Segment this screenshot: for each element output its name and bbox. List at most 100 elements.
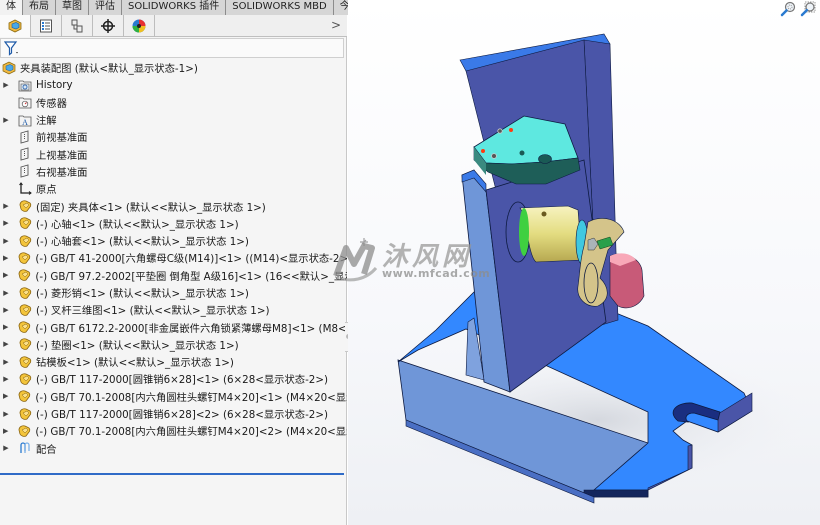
expand-arrow-icon[interactable]: ▶ xyxy=(3,219,9,227)
tree-item[interactable]: ▶上视基准面 xyxy=(0,145,347,162)
dowel-pin-red xyxy=(509,128,513,132)
tree-item[interactable]: ▶ (-) GB/T 117-2000[圆锥销6×28]<2> (6×28<显示状… xyxy=(0,405,347,422)
part-icon xyxy=(18,303,32,317)
graphics-viewport[interactable]: 沐风网 www.mfcad.com xyxy=(333,0,820,525)
tree-item-label: (-) GB/T 117-2000[圆锥销6×28]<1> (6×28<显示状态… xyxy=(36,374,328,387)
filter-funnel-icon[interactable] xyxy=(4,41,20,56)
tree-item[interactable]: ▶ A 注解 xyxy=(0,111,347,128)
tree-item[interactable]: ▶传感器 xyxy=(0,94,347,111)
part-icon xyxy=(18,286,32,300)
tree-filter-input[interactable] xyxy=(0,38,344,58)
expand-arrow-icon[interactable]: ▶ xyxy=(3,427,8,435)
plane-icon xyxy=(18,164,32,179)
tree-item-label: (固定) 夹具体<1> (默认<<默认>_显示状态 1>) xyxy=(36,201,266,214)
screw-hole xyxy=(497,128,503,134)
tree-item[interactable]: ▶ 配合 xyxy=(0,440,347,457)
tree-item[interactable]: ▶ (-) 叉杆三维图<1> (默认<<默认>_显示状态 1>) xyxy=(0,301,347,318)
tree-item-label: 夹具装配图 (默认<默认_显示状态-1>) xyxy=(20,63,198,76)
history-folder-icon xyxy=(18,78,32,92)
ribbon-tab[interactable]: SOLIDWORKS MBD xyxy=(226,0,334,15)
expand-arrow-icon[interactable]: ▶ xyxy=(3,116,9,124)
part-icon xyxy=(17,389,31,403)
tree-item-label: (-) GB/T 6172.2-2000[非金属嵌件六角锁紧薄螺母M8]<1> … xyxy=(35,322,347,335)
expand-arrow-icon[interactable]: ▶ xyxy=(3,202,9,210)
tree-item[interactable]: ▶前视基准面 xyxy=(0,128,347,145)
expand-arrow-icon[interactable]: ▶ xyxy=(3,81,9,89)
command-manager-tabs: 体布局草图评估SOLIDWORKS 插件SOLIDWORKS MBD今日制造 xyxy=(0,0,387,15)
manager-tab-bar: > xyxy=(0,15,347,37)
bushing-side-hole xyxy=(541,211,547,217)
small-hole xyxy=(519,150,525,156)
drill-bushing-hole xyxy=(538,154,552,164)
ribbon-tab[interactable]: SOLIDWORKS 插件 xyxy=(122,0,227,15)
ribbon-tab[interactable]: 布局 xyxy=(23,0,56,15)
tree-item-label: (-) 菱形销<1> (默认<<默认>_显示状态 1>) xyxy=(36,288,249,300)
screw-hole xyxy=(491,153,497,159)
dowel-pin-red xyxy=(481,149,485,153)
assembly-tree-icon xyxy=(8,19,22,33)
tree-item-label: (-) GB/T 70.1-2008[内六角圆柱头螺钉M4×20]<2> (M4… xyxy=(35,426,347,439)
more-tabs-chevron-icon[interactable]: > xyxy=(331,18,341,32)
ribbon-tab[interactable]: 体 xyxy=(0,0,23,15)
origin-icon xyxy=(18,181,32,196)
part-icon xyxy=(17,424,31,438)
part-icon xyxy=(17,251,31,265)
tree-item[interactable]: ▶原点 xyxy=(0,180,347,197)
tree-item[interactable]: ▶ (-) GB/T 6172.2-2000[非金属嵌件六角锁紧薄螺母M8]<1>… xyxy=(0,318,347,335)
fixture-assembly-model[interactable] xyxy=(348,0,820,525)
tree-item-label: (-) 心轴<1> (默认<<默认>_显示状态 1>) xyxy=(36,218,239,231)
tree-root-assembly[interactable]: 夹具装配图 (默认<默认_显示状态-1>) xyxy=(0,59,347,76)
tree-item[interactable]: ▶ (-) GB/T 117-2000[圆锥销6×28]<1> (6×28<显示状… xyxy=(0,370,347,387)
tree-item[interactable]: ▶ (-) 垫圈<1> (默认<<默认>_显示状态 1>) xyxy=(0,336,347,353)
expand-arrow-icon[interactable]: ▶ xyxy=(3,358,9,366)
tree-item[interactable]: ▶ (-) 菱形销<1> (默认<<默认>_显示状态 1>) xyxy=(0,284,347,301)
tree-item[interactable]: ▶ (-) GB/T 97.2-2002[平垫圈 倒角型 A级16]<1> (16… xyxy=(0,267,347,284)
expand-arrow-icon[interactable]: ▶ xyxy=(3,271,8,279)
tree-item-label: 配合 xyxy=(36,443,57,456)
part-icon xyxy=(17,268,31,282)
tree-item[interactable]: ▶ (-) GB/T 70.1-2008[内六角圆柱头螺钉M4×20]<2> (M… xyxy=(0,422,347,439)
tree-item[interactable]: ▶ (-) 心轴<1> (默认<<默认>_显示状态 1>) xyxy=(0,215,347,232)
expand-arrow-icon[interactable]: ▶ xyxy=(3,323,8,331)
expand-arrow-icon[interactable]: ▶ xyxy=(3,289,9,297)
part-icon xyxy=(18,234,32,248)
svg-text:A: A xyxy=(22,118,28,127)
tree-item-label: (-) 垫圈<1> (默认<<默认>_显示状态 1>) xyxy=(36,339,239,352)
mandrel-bushing[interactable] xyxy=(505,201,589,265)
expand-arrow-icon[interactable]: ▶ xyxy=(3,375,9,383)
sensor-folder-icon xyxy=(18,95,32,109)
tree-item[interactable]: ▶ (固定) 夹具体<1> (默认<<默认>_显示状态 1>) xyxy=(0,197,347,214)
tree-item-label: 钻模板<1> (默认<<默认>_显示状态 1>) xyxy=(36,357,234,370)
tree-item[interactable]: ▶ 钻模板<1> (默认<<默认>_显示状态 1>) xyxy=(0,353,347,370)
featuremanager-panel: > 夹具装配图 (默认<默认_显示状态-1>)▶History▶传感器▶A注解▶… xyxy=(0,15,347,525)
tree-item[interactable]: ▶ (-) GB/T 70.1-2008[内六角圆柱头螺钉M4×20]<1> (M… xyxy=(0,388,347,405)
tree-item[interactable]: ▶右视基准面 xyxy=(0,163,347,180)
expand-arrow-icon[interactable]: ▶ xyxy=(3,306,9,314)
rollback-bar[interactable] xyxy=(0,473,344,475)
dimxpertmanager-tab[interactable] xyxy=(93,15,124,37)
propertymanager-tab[interactable] xyxy=(31,15,62,37)
tree-item-label: (-) GB/T 41-2000[六角螺母C级(M14)]<1> ((M14)<… xyxy=(35,253,347,266)
bushing-end-green xyxy=(519,208,529,256)
displaymanager-tab[interactable] xyxy=(124,15,155,37)
part-icon xyxy=(18,355,32,369)
tree-item[interactable]: ▶ History xyxy=(0,76,347,93)
color-wheel-icon xyxy=(132,19,146,33)
configurationmanager-tab[interactable] xyxy=(62,15,93,37)
expand-arrow-icon[interactable]: ▶ xyxy=(3,254,8,262)
fork-lever[interactable] xyxy=(577,218,645,309)
part-icon xyxy=(18,372,32,386)
tree-item[interactable]: ▶ (-) 心轴套<1> (默认<<默认>_显示状态 1>) xyxy=(0,232,347,249)
expand-arrow-icon[interactable]: ▶ xyxy=(3,340,9,348)
expand-arrow-icon[interactable]: ▶ xyxy=(3,392,8,400)
ribbon-tab[interactable]: 草图 xyxy=(56,0,89,15)
expand-arrow-icon[interactable]: ▶ xyxy=(3,237,9,245)
ribbon-tab[interactable]: 评估 xyxy=(89,0,122,15)
tree-item-label: (-) 心轴套<1> (默认<<默认>_显示状态 1>) xyxy=(36,236,249,249)
base-corner-face xyxy=(583,489,649,498)
tree-item-label: (-) GB/T 97.2-2002[平垫圈 倒角型 A级16]<1> (16<… xyxy=(35,270,347,283)
tree-item[interactable]: ▶ (-) GB/T 41-2000[六角螺母C级(M14)]<1> ((M14)… xyxy=(0,249,347,266)
featuremanager-tab[interactable] xyxy=(0,15,31,37)
expand-arrow-icon[interactable]: ▶ xyxy=(3,410,9,418)
expand-arrow-icon[interactable]: ▶ xyxy=(3,444,9,452)
